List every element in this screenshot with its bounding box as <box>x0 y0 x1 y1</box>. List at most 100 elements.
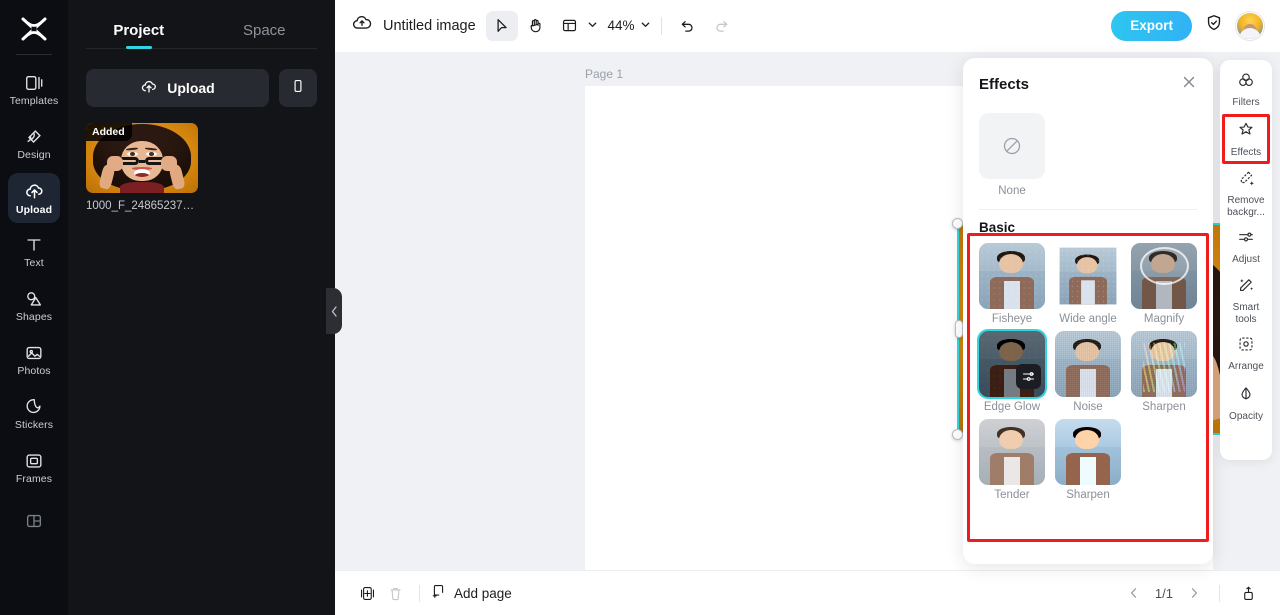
document-info: Untitled image <box>351 12 498 39</box>
page-label: Page 1 <box>585 67 624 81</box>
redo-button[interactable] <box>706 11 738 41</box>
effect-sharpen-rainbow[interactable]: Sharpen <box>1131 331 1197 413</box>
rail-item-remove-background[interactable]: Remove backgr... <box>1223 166 1269 221</box>
effect-none-cell[interactable]: None <box>963 95 1213 197</box>
chevron-down-icon <box>587 17 598 35</box>
upload-button-label: Upload <box>167 80 215 96</box>
effects-grid: Fisheye Wide angle Magnify Edge Glow Noi… <box>963 235 1213 501</box>
add-page-icon <box>430 583 447 603</box>
document-title[interactable]: Untitled image <box>383 18 476 34</box>
rail-item-smart-tools[interactable]: Smart tools <box>1223 273 1269 328</box>
layout-selector[interactable] <box>554 11 598 41</box>
effects-panel: Effects None Basic Fisheye Wide angle Ma… <box>963 58 1213 564</box>
sidebar-item-design[interactable]: Design <box>8 119 60 169</box>
tab-project[interactable]: Project <box>76 22 202 48</box>
sidebar-item-templates[interactable]: Templates <box>8 65 60 115</box>
panel-collapse-handle[interactable] <box>326 288 342 334</box>
effect-thumbnail <box>1055 243 1121 309</box>
effect-thumbnail <box>1055 419 1121 485</box>
no-effect-icon[interactable] <box>979 113 1045 179</box>
resize-handle-bottom-left[interactable] <box>952 429 963 440</box>
sidebar-label: Photos <box>17 365 51 378</box>
effect-label: Magnify <box>1143 313 1185 325</box>
photos-icon <box>24 343 44 363</box>
effect-label: Noise <box>1073 401 1103 413</box>
effects-panel-header: Effects <box>963 58 1213 95</box>
effect-label: Wide angle <box>1059 313 1117 325</box>
effect-noise[interactable]: Noise <box>1055 331 1121 413</box>
layout-panel-icon[interactable] <box>554 11 586 41</box>
sidebar-item-stickers[interactable]: Stickers <box>8 389 60 439</box>
effect-fisheye[interactable]: Fisheye <box>979 243 1045 325</box>
duplicate-page-button[interactable] <box>353 579 381 607</box>
effect-edge-glow[interactable]: Edge Glow <box>979 331 1045 413</box>
effect-wide-angle[interactable]: Wide angle <box>1055 243 1121 325</box>
smart-wand-icon <box>1237 276 1255 299</box>
rail-item-opacity[interactable]: Opacity <box>1223 380 1269 428</box>
effect-thumbnail <box>1055 331 1121 397</box>
rail-divider <box>16 54 52 55</box>
effect-thumbnail <box>979 419 1045 485</box>
sidebar-label: Shapes <box>15 311 53 324</box>
sidebar-item-photos[interactable]: Photos <box>8 335 60 385</box>
sidebar-item-text[interactable]: Text <box>8 227 60 277</box>
next-page-button[interactable] <box>1183 582 1205 604</box>
frames-icon <box>24 451 44 471</box>
resize-handle-top-left[interactable] <box>952 218 963 229</box>
add-page-button[interactable]: Add page <box>430 583 512 603</box>
asset-thumbnail[interactable]: Added <box>86 123 198 193</box>
sidebar-label: Frames <box>15 473 53 486</box>
capcut-logo-icon[interactable] <box>17 14 51 44</box>
sidebar-item-shapes[interactable]: Shapes <box>8 281 60 331</box>
rail-item-label: Adjust <box>1232 254 1260 266</box>
hand-tool-button[interactable] <box>520 11 552 41</box>
cloud-save-icon[interactable] <box>351 12 373 39</box>
effect-tender[interactable]: Tender <box>979 419 1045 501</box>
effect-label: Fisheye <box>991 313 1033 325</box>
rail-item-label: Filters <box>1232 97 1260 109</box>
rail-item-label: Arrange <box>1228 361 1264 373</box>
asset-item[interactable]: Added 1000_F_248652378... <box>86 123 198 212</box>
chevron-down-icon <box>640 17 651 35</box>
prev-page-button[interactable] <box>1123 582 1145 604</box>
effect-magnify[interactable]: Magnify <box>1131 243 1197 325</box>
avatar[interactable] <box>1236 11 1264 40</box>
undo-button[interactable] <box>672 11 704 41</box>
effect-label: Tender <box>994 489 1030 501</box>
export-page-button[interactable] <box>1234 579 1262 607</box>
rail-item-label: Opacity <box>1229 411 1263 423</box>
filters-icon <box>1237 71 1255 94</box>
export-button[interactable]: Export <box>1111 10 1192 41</box>
sidebar-item-upload[interactable]: Upload <box>8 173 60 223</box>
sidebar-label: Upload <box>15 203 53 216</box>
rail-item-filters[interactable]: Filters <box>1223 66 1269 114</box>
resize-handle-left[interactable] <box>955 320 963 338</box>
effect-sharpen[interactable]: Sharpen <box>1055 419 1121 501</box>
toolbar-divider <box>660 16 662 35</box>
effect-label: Sharpen <box>1142 401 1186 413</box>
sidebar-item-layouts[interactable] <box>8 497 60 547</box>
shield-check-icon[interactable] <box>1204 13 1224 38</box>
select-tool-button[interactable] <box>485 10 518 41</box>
topbar-actions: Export <box>1111 10 1264 41</box>
right-tool-rail: Filters Effects Remove backgr... Adjust … <box>1220 60 1272 460</box>
panel-tabs: Project Space <box>68 0 335 48</box>
upload-cloud-icon <box>24 181 45 202</box>
asset-filename: 1000_F_248652378... <box>86 200 198 212</box>
zoom-selector[interactable]: 44% <box>600 17 651 35</box>
capcut-image-editor: Templates Design Upload Text Shapes Phot… <box>0 0 1280 615</box>
mobile-upload-button[interactable] <box>279 69 317 107</box>
upload-button[interactable]: Upload <box>86 69 269 107</box>
tab-space[interactable]: Space <box>202 22 328 48</box>
rail-item-effects[interactable]: Effects <box>1223 116 1269 164</box>
close-icon[interactable] <box>1181 74 1197 95</box>
sidebar-item-frames[interactable]: Frames <box>8 443 60 493</box>
rail-item-adjust[interactable]: Adjust <box>1223 223 1269 271</box>
arrange-icon <box>1237 335 1255 358</box>
asset-grid: Added 1000_F_248652378... <box>68 107 335 212</box>
rail-item-arrange[interactable]: Arrange <box>1223 330 1269 378</box>
adjust-icon[interactable] <box>1016 364 1041 389</box>
page-indicator: 1/1 <box>1154 585 1173 601</box>
effect-thumbnail <box>979 331 1045 397</box>
delete-page-button[interactable] <box>381 579 409 607</box>
